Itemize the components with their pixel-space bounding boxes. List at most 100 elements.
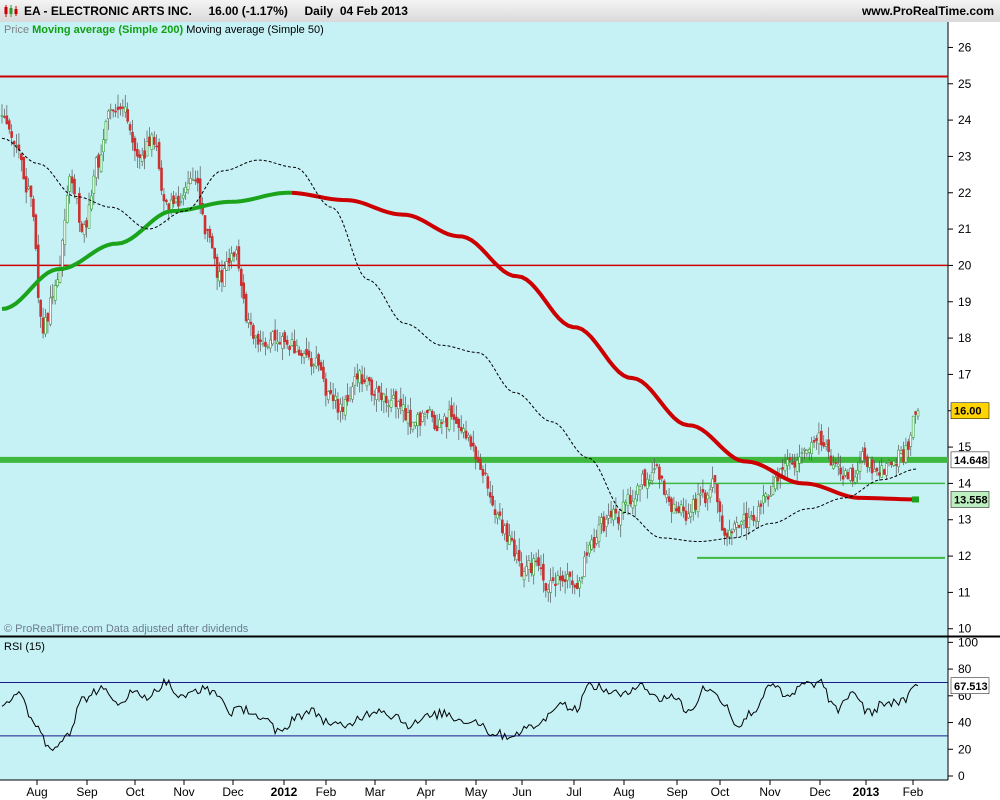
candle-body [348,395,352,399]
candle-body [155,145,158,148]
chart-title: EA - ELECTRONIC ARTS INC. 16.00 (-1.17%)… [24,4,408,18]
candle-body [665,494,668,499]
candle-body [810,442,813,454]
price-tick-label: 20 [958,258,972,272]
candle-body [322,366,325,379]
candle-body [462,428,465,433]
candle-body [786,459,789,466]
candle-body [24,176,28,193]
price-tick-label: 13 [958,513,972,527]
candle-body [481,469,485,476]
candle-body [336,399,340,413]
time-tick-label: Oct [711,785,730,799]
candle-body [225,261,229,271]
candle-body [706,494,710,500]
ma200-value-label: 13.558 [954,494,988,506]
candle-body [97,154,100,168]
time-tick-label: Jul [566,785,581,799]
data-footnote: © ProRealTime.com Data adjusted after di… [4,623,249,635]
candle-body [440,422,444,424]
price-tick-label: 24 [958,113,972,127]
candle-body [699,493,702,496]
candle-body [851,467,855,482]
time-tick-label: 2012 [271,785,298,799]
price-tick-label: 19 [958,295,972,309]
candle-body [230,253,233,262]
candle-body [737,525,741,528]
candle-body [479,458,482,470]
candle-body [527,560,531,570]
time-tick-label: Feb [903,785,924,799]
candle-body [334,396,337,401]
candle-body [834,462,838,464]
candle-body [629,495,632,505]
candle-body [126,109,129,122]
candle-body [832,464,835,469]
candle-body [416,414,420,427]
candle [643,468,647,488]
candle-body [87,204,91,229]
candle-body [445,417,449,428]
candle-body [713,475,717,483]
rsi-panel-bg [0,637,948,780]
price-tick-label: 25 [958,77,972,91]
candle-body [152,137,156,145]
candle-body [102,139,105,153]
chart-svg: 1011121314151617181920212223242526020406… [0,22,1000,799]
candle-body [307,350,311,358]
candle-body [206,229,209,231]
candle-body [575,583,579,589]
candle-body [208,228,212,238]
candle-body [27,186,30,190]
candle-body [295,345,299,353]
price-tick-label: 12 [958,549,972,563]
price-panel-bg [0,22,948,636]
candle-body [288,346,291,351]
candle-body [271,331,274,345]
candle-body [3,116,6,118]
candle-body [841,475,845,480]
candle-body [672,503,676,514]
candle-body [904,445,908,463]
candle-body [551,577,555,581]
candle-body [278,342,282,345]
candle-body [556,575,560,585]
candle-body [109,108,113,111]
rsi-tick-label: 80 [958,662,972,676]
candle-body [733,523,736,530]
candle-body [880,465,884,478]
candle-body [203,215,207,235]
candle-body [351,386,354,400]
candle-body [252,325,255,339]
candle-body [595,537,598,544]
candle-body [160,167,163,191]
candle-body [745,512,748,529]
candle-body [621,501,625,514]
candle-body [853,476,857,483]
candle-body [121,106,125,109]
candle-body [783,463,787,472]
candle-body [401,404,405,412]
candle-body [585,552,589,556]
candle-body [70,176,74,184]
candle-body [273,329,277,341]
candle-body [380,392,383,400]
candle-body [863,447,867,460]
candle-body [145,141,149,157]
time-tick-label: Dec [809,785,830,799]
candle-body [539,567,543,570]
candle-body [827,439,830,453]
candle-body [397,401,400,410]
candle-body [46,313,50,322]
candle-body [894,464,898,466]
candle-body [232,252,236,257]
candle-body [566,574,569,581]
candle-body [92,175,96,194]
candle-body [22,157,26,180]
candle-body [592,537,596,549]
candle-body [355,373,359,380]
candle-body [435,425,439,432]
candle-body [138,154,142,159]
candle-body [525,566,528,576]
candle-body [471,442,475,447]
